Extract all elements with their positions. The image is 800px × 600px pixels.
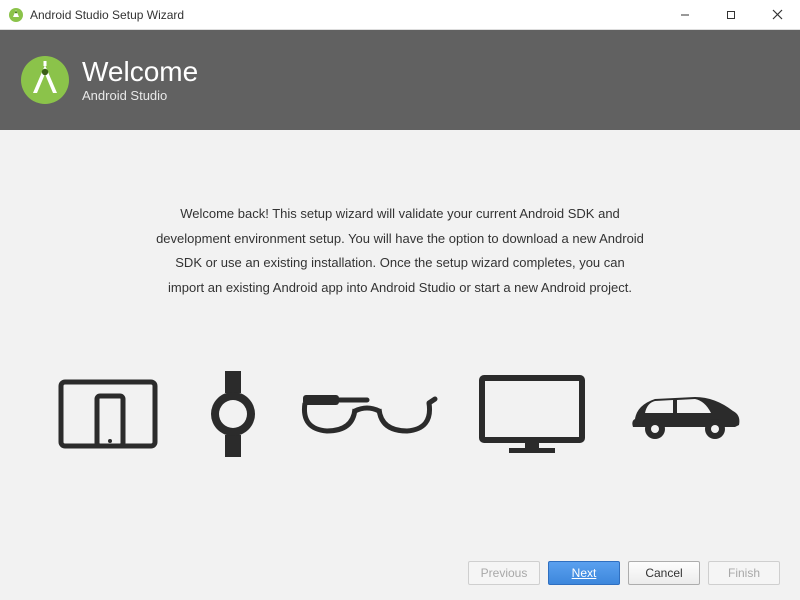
next-button[interactable]: Next (548, 561, 620, 585)
close-button[interactable] (754, 0, 800, 29)
tv-icon (477, 373, 587, 460)
glass-icon (299, 389, 439, 444)
device-icons-row (57, 369, 743, 464)
wizard-footer: Previous Next Cancel Finish (0, 552, 800, 600)
minimize-button[interactable] (662, 0, 708, 29)
window-title: Android Studio Setup Wizard (30, 8, 662, 22)
welcome-line: development environment setup. You will … (156, 227, 644, 252)
android-studio-logo-icon (20, 55, 70, 105)
finish-button: Finish (708, 561, 780, 585)
tablet-phone-icon (57, 374, 167, 459)
welcome-line: Welcome back! This setup wizard will val… (156, 202, 644, 227)
welcome-message: Welcome back! This setup wizard will val… (156, 202, 644, 301)
android-studio-app-icon (8, 7, 24, 23)
header-text-group: Welcome Android Studio (82, 57, 198, 103)
cancel-button[interactable]: Cancel (628, 561, 700, 585)
watch-icon (205, 369, 261, 464)
wizard-title: Welcome (82, 57, 198, 88)
wizard-content: Welcome back! This setup wizard will val… (0, 130, 800, 552)
window-controls (662, 0, 800, 29)
previous-button: Previous (468, 561, 540, 585)
wizard-header: Welcome Android Studio (0, 30, 800, 130)
wizard-subtitle: Android Studio (82, 88, 198, 103)
welcome-line: import an existing Android app into Andr… (156, 276, 644, 301)
maximize-button[interactable] (708, 0, 754, 29)
welcome-line: SDK or use an existing installation. Onc… (156, 251, 644, 276)
window-titlebar: Android Studio Setup Wizard (0, 0, 800, 30)
car-icon (625, 385, 743, 448)
